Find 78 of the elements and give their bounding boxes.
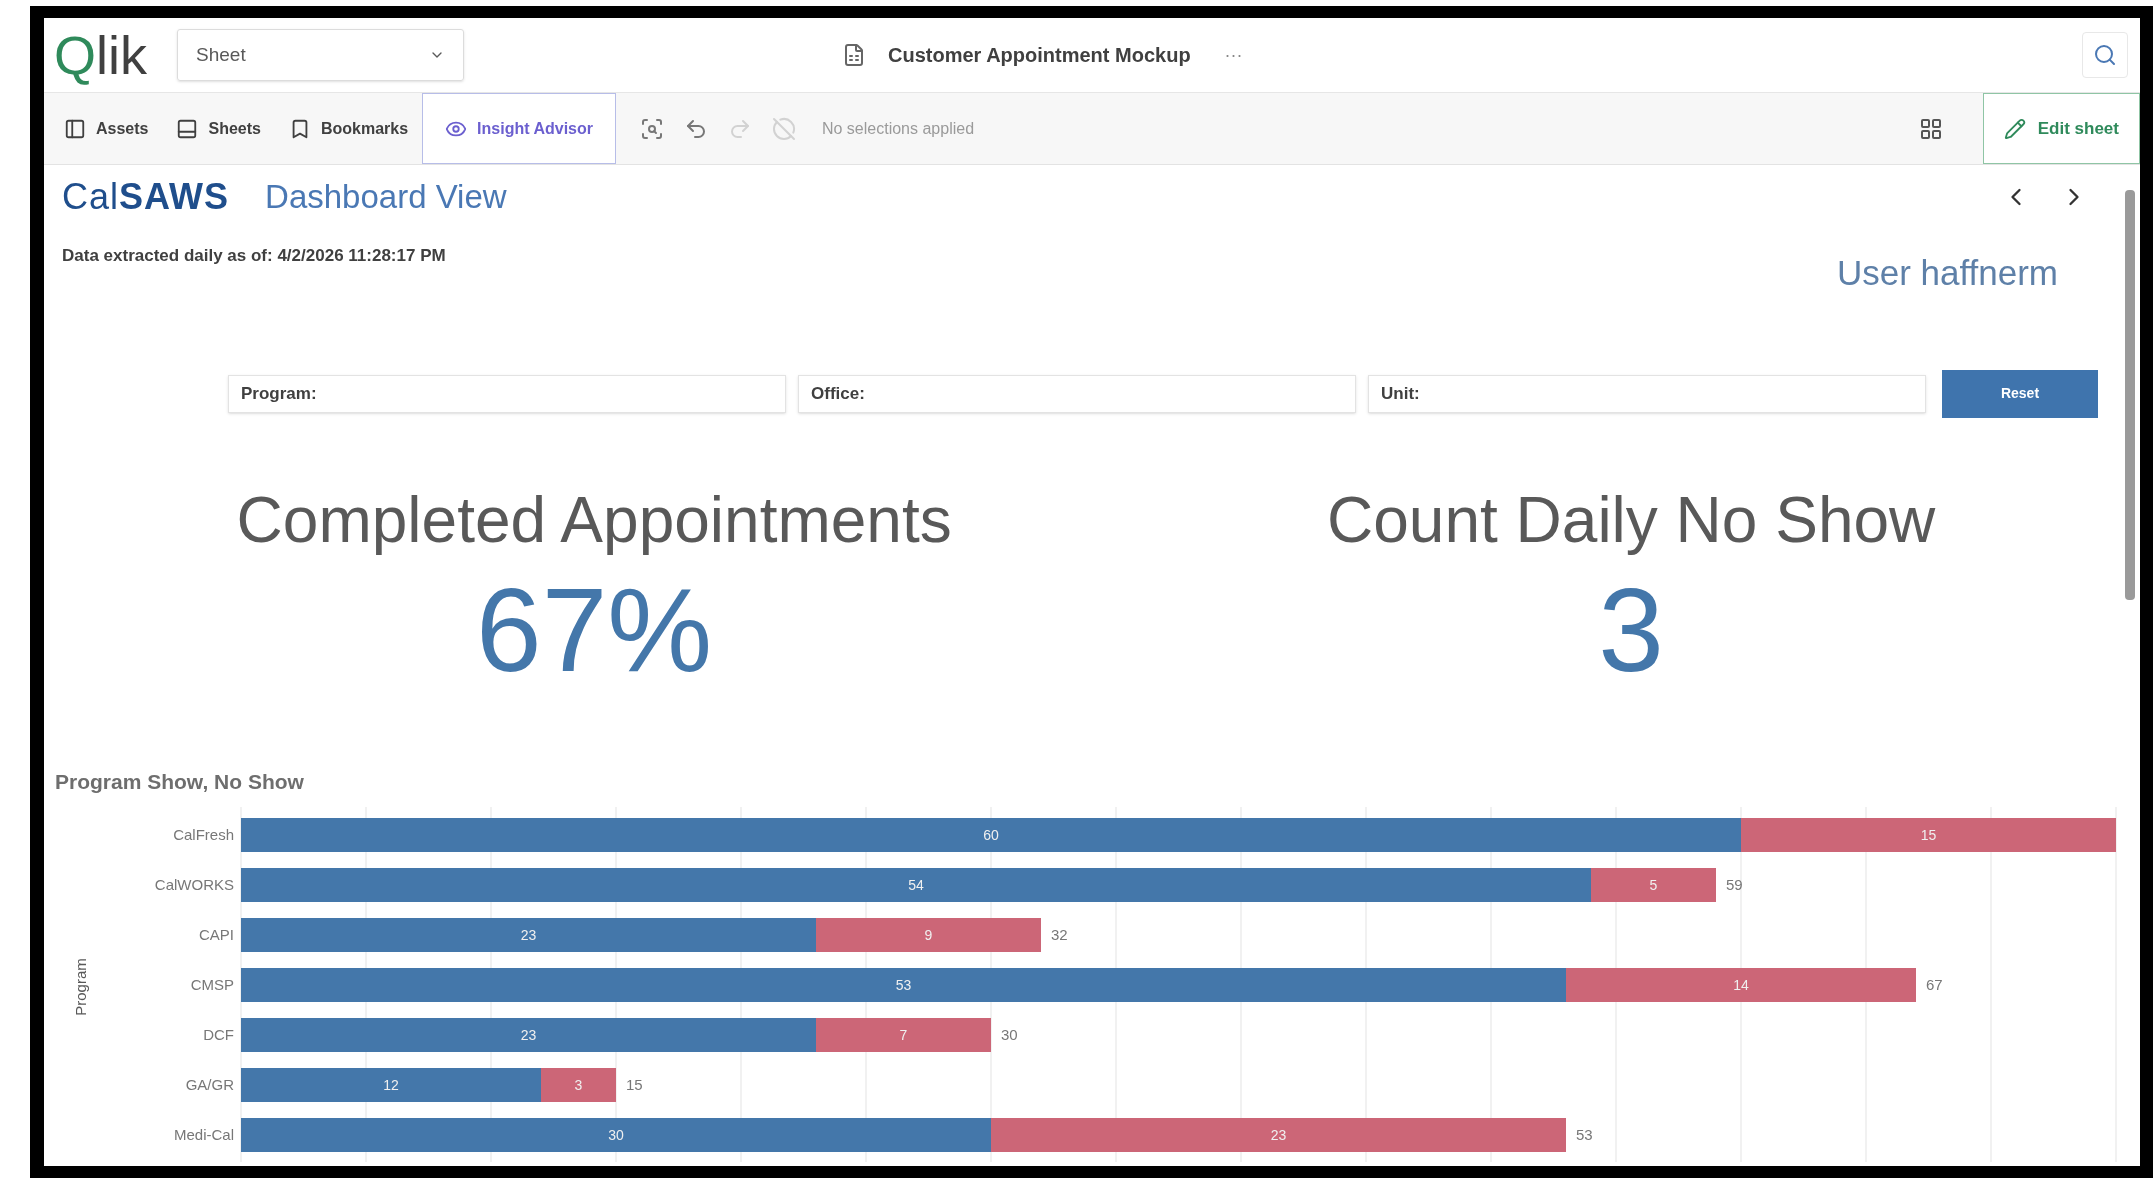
bar-value: 15 [1920,827,1937,843]
total-label: 67 [1926,976,1943,993]
category-label: Medi-Cal [174,1126,234,1143]
toolbar-tab[interactable]: Assets [50,93,163,164]
bar-value: 60 [983,827,999,843]
app-title: Customer Appointment Mockup [888,43,1191,68]
bar-segment[interactable] [241,1018,816,1052]
bar-value: 23 [520,927,537,943]
reset-button[interactable]: Reset [1942,369,2098,418]
bar-segment[interactable] [241,968,1566,1002]
scrollbar[interactable] [2125,190,2135,600]
toolbar-tab[interactable]: Sheets [162,93,275,164]
sheet-dropdown[interactable]: Sheet [177,29,464,81]
bar-value: 54 [908,877,924,893]
bar-value: 12 [383,1077,399,1093]
grid-icon[interactable] [1918,116,1943,141]
bar-segment[interactable] [1741,818,2116,852]
edit-sheet-button[interactable]: Edit sheet [1982,93,2140,164]
bar-value: 14 [1733,977,1749,993]
bar-segment[interactable] [241,868,1591,902]
total-label: 53 [1576,1126,1593,1143]
kpi-title: Completed Appointments [236,482,952,558]
category-label: CalWORKS [154,876,234,893]
search-button[interactable] [2082,32,2128,78]
bar-segment[interactable] [816,918,1041,952]
bar-segment[interactable] [241,918,816,952]
bar-value: 3 [574,1077,583,1093]
bar-segment[interactable] [816,1018,991,1052]
sheet-icon [176,117,199,140]
total-label: 59 [1726,876,1743,893]
filter-field[interactable]: Office: [798,374,1356,413]
category-label: CalFresh [173,826,234,843]
sheet-icon [842,43,866,67]
chart-title: Program Show, No Show [55,768,305,795]
bar-segment[interactable] [1566,968,1916,1002]
selections-status: No selections applied [821,118,975,139]
filter-field[interactable]: Program: [228,374,786,413]
axis-title: Program [72,958,89,1016]
toolbar-tab[interactable]: Insight Advisor [422,93,616,164]
bar-value: 23 [520,1027,537,1043]
category-label: GA/GR [185,1076,234,1093]
bar-value: 23 [1270,1127,1287,1143]
total-label: 32 [1051,926,1068,943]
bar-segment[interactable] [541,1068,616,1102]
kpi-value: 67% [476,562,713,698]
filter-label: Office: [811,382,865,405]
total-label: 15 [626,1076,643,1093]
kpi-value: 3 [1598,562,1664,698]
bar-value: 5 [1649,877,1658,893]
filter-label: Unit: [1381,382,1420,405]
selection-tool[interactable] [639,116,664,141]
more-button[interactable]: ··· [1224,41,1243,69]
brand-logo: CalSAWS [62,175,230,219]
selection-search-icon [639,116,664,141]
bar-segment[interactable] [241,1068,541,1102]
user-label: User haffnerm [1836,252,2058,294]
filter-label: Program: [241,382,317,405]
bar-segment[interactable] [1591,868,1716,902]
bar-segment[interactable] [991,1118,1566,1152]
bar-value: 9 [924,927,933,943]
toolbar-tab[interactable]: Bookmarks [274,93,423,164]
pencil-icon [2003,117,2026,140]
bar-value: 7 [899,1027,908,1043]
category-label: CAPI [199,926,234,943]
kpi-title: Count Daily No Show [1327,482,1936,558]
clear-selections-icon [771,116,796,141]
sheet-title: Dashboard View [265,177,507,218]
filter-field[interactable]: Unit: [1368,374,1926,413]
panel-icon [64,117,86,140]
category-label: CMSP [190,976,234,993]
bar-segment[interactable] [241,818,1741,852]
bar-value: 53 [895,977,912,993]
category-label: DCF [203,1026,234,1043]
total-label: 30 [1001,1026,1018,1043]
bar-segment[interactable] [241,1118,991,1152]
extraction-note: Data extracted daily as of: 4/2/2026 11:28:17 PM [62,245,446,267]
search-icon [2093,43,2117,67]
bar-value: 30 [608,1127,624,1143]
